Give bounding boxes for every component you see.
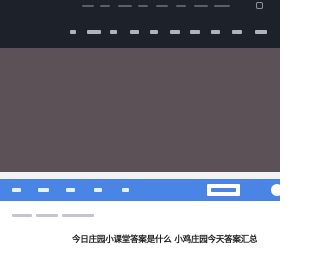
nav-item[interactable] <box>190 30 200 34</box>
utility-link[interactable] <box>82 5 94 7</box>
channel-item[interactable] <box>94 188 102 192</box>
search-icon[interactable] <box>271 184 280 196</box>
nav-item[interactable] <box>87 30 101 34</box>
nav-item[interactable] <box>130 30 139 34</box>
nav-item[interactable] <box>170 30 180 34</box>
breadcrumb <box>12 214 94 217</box>
site-header <box>0 0 280 48</box>
breadcrumb-item[interactable] <box>62 214 94 217</box>
channel-item[interactable] <box>12 188 21 192</box>
banner[interactable] <box>0 48 280 172</box>
breadcrumb-item[interactable] <box>36 214 58 217</box>
breadcrumb-item[interactable] <box>12 214 32 217</box>
channel-bar <box>0 179 280 201</box>
nav-item[interactable] <box>255 30 267 34</box>
utility-link[interactable] <box>214 5 230 7</box>
nav-item[interactable] <box>70 30 76 34</box>
utility-link[interactable] <box>176 5 186 7</box>
article-title: 今日庄园小课堂答案是什么 小鸡庄园今天答案汇总 <box>72 235 258 245</box>
utility-link[interactable] <box>194 5 208 7</box>
channel-item[interactable] <box>66 188 75 192</box>
nav-item[interactable] <box>110 30 117 34</box>
divider <box>0 172 280 179</box>
article-area: 今日庄园小课堂答案是什么 小鸡庄园今天答案汇总 <box>0 201 280 260</box>
page: 今日庄园小课堂答案是什么 小鸡庄园今天答案汇总 <box>0 0 280 260</box>
utility-link[interactable] <box>118 5 132 7</box>
channel-button-label <box>211 188 236 192</box>
utility-link[interactable] <box>156 5 168 7</box>
channel-item[interactable] <box>122 188 129 192</box>
nav-item[interactable] <box>150 30 158 34</box>
utility-link[interactable] <box>100 5 110 7</box>
nav-item[interactable] <box>211 30 220 34</box>
user-icon[interactable] <box>256 2 263 9</box>
nav-item[interactable] <box>232 30 242 34</box>
utility-link[interactable] <box>138 5 148 7</box>
channel-item[interactable] <box>38 188 49 192</box>
channel-button[interactable] <box>207 184 240 196</box>
